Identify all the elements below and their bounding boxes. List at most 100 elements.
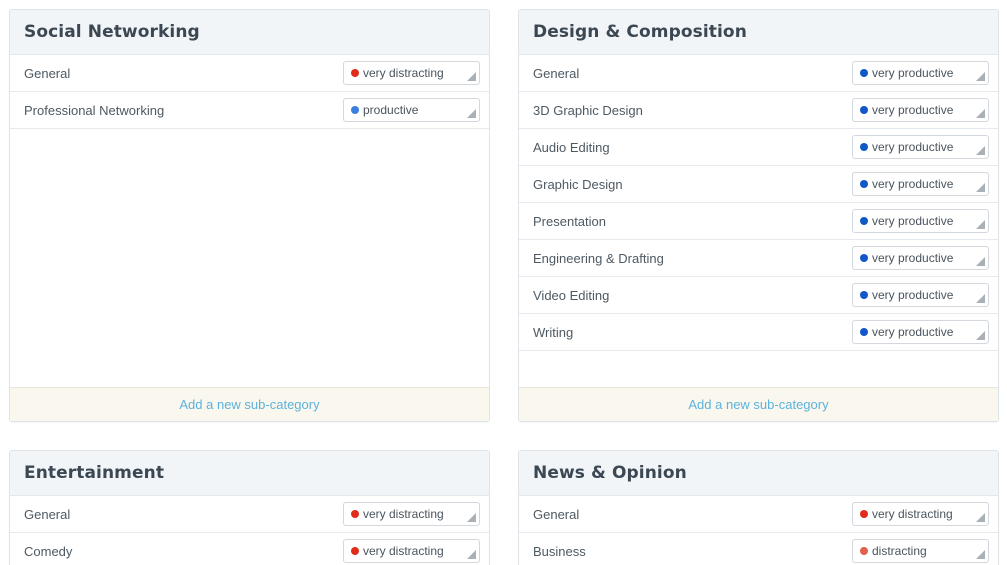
table-row: Business distracting — [519, 533, 998, 565]
table-row: General very productive — [519, 55, 998, 92]
subcategory-label: Presentation — [533, 214, 606, 229]
status-dot-icon — [860, 291, 868, 299]
productivity-value: very productive — [872, 214, 953, 228]
resize-grip-icon[interactable] — [467, 550, 476, 559]
category-panel-entertainment: Entertainment General very distracting C… — [9, 450, 490, 565]
subcategory-label: General — [533, 66, 579, 81]
productivity-select[interactable]: very productive — [852, 98, 989, 122]
status-dot-icon — [860, 143, 868, 151]
panel-body: General very distracting Comedy very dis… — [10, 496, 489, 565]
subcategory-label: General — [533, 507, 579, 522]
status-dot-icon — [351, 69, 359, 77]
subcategory-label: Writing — [533, 325, 573, 340]
productivity-value: very productive — [872, 325, 953, 339]
subcategory-label: Audio Editing — [533, 140, 610, 155]
table-row: Comedy very distracting — [10, 533, 489, 565]
status-dot-icon — [860, 254, 868, 262]
table-row: General very distracting — [519, 496, 998, 533]
table-row: Audio Editing very productive — [519, 129, 998, 166]
productivity-select[interactable]: very productive — [852, 135, 989, 159]
productivity-select[interactable]: distracting — [852, 539, 989, 563]
resize-grip-icon[interactable] — [467, 72, 476, 81]
table-row: 3D Graphic Design very productive — [519, 92, 998, 129]
productivity-value: very productive — [872, 103, 953, 117]
table-row: Professional Networking productive — [10, 92, 489, 129]
resize-grip-icon[interactable] — [976, 109, 985, 118]
resize-grip-icon[interactable] — [976, 183, 985, 192]
productivity-value: very distracting — [872, 507, 953, 521]
productivity-select[interactable]: very distracting — [343, 539, 480, 563]
status-dot-icon — [860, 547, 868, 555]
productivity-value: very productive — [872, 177, 953, 191]
table-row: Video Editing very productive — [519, 277, 998, 314]
productivity-value: very productive — [872, 66, 953, 80]
productivity-select[interactable]: very productive — [852, 209, 989, 233]
resize-grip-icon[interactable] — [976, 220, 985, 229]
productivity-value: very productive — [872, 288, 953, 302]
productivity-select[interactable]: very productive — [852, 61, 989, 85]
panel-footer: Add a new sub-category — [10, 387, 489, 421]
panel-body: General very distracting Business distra… — [519, 496, 998, 565]
productivity-value: very distracting — [363, 66, 444, 80]
table-row: Graphic Design very productive — [519, 166, 998, 203]
productivity-value: very distracting — [363, 507, 444, 521]
subcategory-label: General — [24, 507, 70, 522]
add-subcategory-link[interactable]: Add a new sub-category — [688, 397, 828, 412]
table-row: Engineering & Drafting very productive — [519, 240, 998, 277]
panel-footer: Add a new sub-category — [519, 387, 998, 421]
subcategory-label: Engineering & Drafting — [533, 251, 664, 266]
panel-header: News & Opinion — [519, 451, 998, 496]
status-dot-icon — [860, 217, 868, 225]
table-row: General very distracting — [10, 55, 489, 92]
productivity-select[interactable]: very distracting — [852, 502, 989, 526]
status-dot-icon — [860, 328, 868, 336]
panel-title: News & Opinion — [533, 463, 687, 483]
resize-grip-icon[interactable] — [976, 550, 985, 559]
panel-header: Social Networking — [10, 10, 489, 55]
panel-title: Entertainment — [24, 463, 164, 483]
productivity-select[interactable]: very distracting — [343, 61, 480, 85]
panel-header: Design & Composition — [519, 10, 998, 55]
productivity-select[interactable]: very productive — [852, 172, 989, 196]
categories-board: Social Networking General very distracti… — [0, 0, 1007, 565]
productivity-select[interactable]: very productive — [852, 283, 989, 307]
status-dot-icon — [351, 510, 359, 518]
subcategory-label: Video Editing — [533, 288, 609, 303]
add-subcategory-link[interactable]: Add a new sub-category — [179, 397, 319, 412]
category-panel-social-networking: Social Networking General very distracti… — [9, 9, 490, 422]
status-dot-icon — [860, 180, 868, 188]
status-dot-icon — [860, 106, 868, 114]
category-panel-design-composition: Design & Composition General very produc… — [518, 9, 999, 422]
productivity-value: very productive — [872, 140, 953, 154]
resize-grip-icon[interactable] — [976, 146, 985, 155]
productivity-value: very productive — [872, 251, 953, 265]
status-dot-icon — [860, 69, 868, 77]
table-row: General very distracting — [10, 496, 489, 533]
panel-body: General very distracting Professional Ne… — [10, 55, 489, 387]
resize-grip-icon[interactable] — [976, 513, 985, 522]
subcategory-label: Professional Networking — [24, 103, 164, 118]
subcategory-label: Business — [533, 544, 586, 559]
panel-body: General very productive 3D Graphic Desig… — [519, 55, 998, 387]
subcategory-label: 3D Graphic Design — [533, 103, 643, 118]
status-dot-icon — [351, 547, 359, 555]
resize-grip-icon[interactable] — [976, 331, 985, 340]
panel-header: Entertainment — [10, 451, 489, 496]
productivity-select[interactable]: very distracting — [343, 502, 480, 526]
resize-grip-icon[interactable] — [976, 72, 985, 81]
productivity-select[interactable]: very productive — [852, 246, 989, 270]
productivity-value: productive — [363, 103, 418, 117]
status-dot-icon — [860, 510, 868, 518]
productivity-value: very distracting — [363, 544, 444, 558]
resize-grip-icon[interactable] — [467, 513, 476, 522]
resize-grip-icon[interactable] — [976, 294, 985, 303]
productivity-value: distracting — [872, 544, 927, 558]
table-row: Writing very productive — [519, 314, 998, 351]
panel-grid: Social Networking General very distracti… — [9, 9, 998, 565]
resize-grip-icon[interactable] — [976, 257, 985, 266]
productivity-select[interactable]: productive — [343, 98, 480, 122]
resize-grip-icon[interactable] — [467, 109, 476, 118]
status-dot-icon — [351, 106, 359, 114]
productivity-select[interactable]: very productive — [852, 320, 989, 344]
subcategory-label: General — [24, 66, 70, 81]
